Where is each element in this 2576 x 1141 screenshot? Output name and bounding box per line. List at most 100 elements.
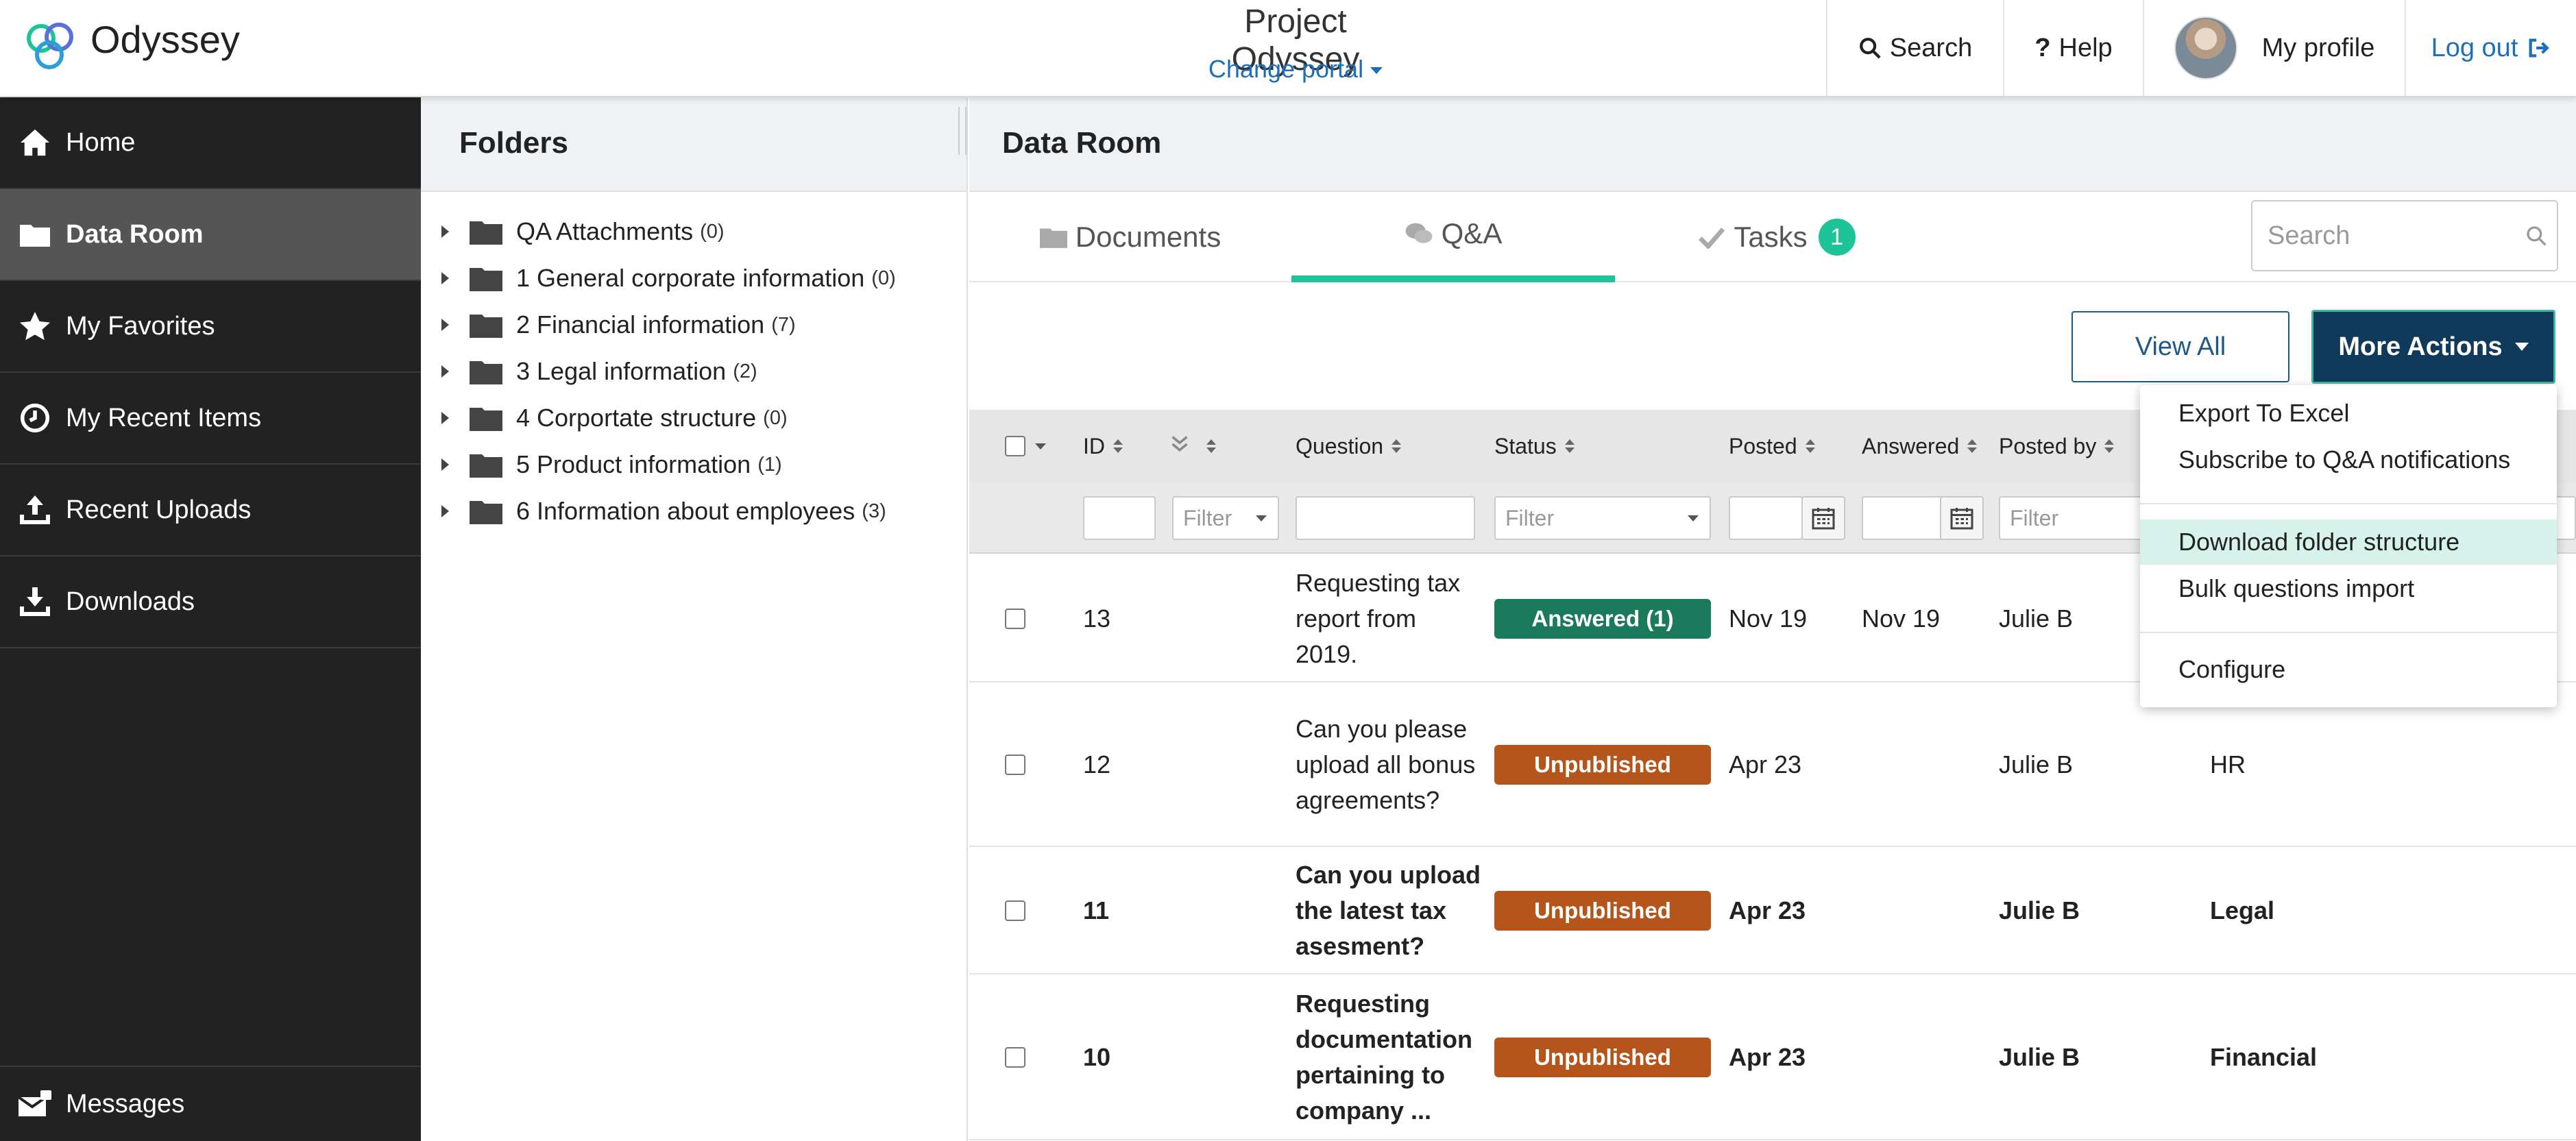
search-icon[interactable] xyxy=(2525,225,2547,250)
header-search-label: Search xyxy=(1889,33,1973,62)
select-all-checkbox[interactable] xyxy=(1005,410,1046,482)
sidebar-item-messages[interactable]: Messages xyxy=(0,1066,421,1141)
tab-documents[interactable]: Documents xyxy=(969,192,1291,282)
column-header-answered[interactable]: Answered xyxy=(1862,410,1978,482)
question-text[interactable]: Requesting documentation pertaining to c… xyxy=(1296,974,1481,1140)
odyssey-logo-icon[interactable] xyxy=(25,18,77,75)
folder-icon xyxy=(470,219,502,245)
checkbox[interactable] xyxy=(1005,754,1025,775)
expand-arrow-icon[interactable] xyxy=(441,412,449,424)
folder-name: 4 Corportate structure xyxy=(516,404,757,432)
expand-arrow-icon[interactable] xyxy=(441,319,449,331)
column-header-question[interactable]: Question xyxy=(1296,410,1402,482)
clock-icon xyxy=(14,403,56,433)
answered-date-filter-input[interactable] xyxy=(1862,496,1944,540)
main-header: Data Room xyxy=(969,97,2576,192)
folder-tree-item[interactable]: 6 Information about employees (3) xyxy=(441,491,886,532)
sidebar-item-label: Downloads xyxy=(66,587,195,616)
logout-button[interactable]: Log out xyxy=(2405,0,2576,96)
tab-tasks[interactable]: Tasks 1 xyxy=(1615,192,1939,282)
folder-tree-item[interactable]: 2 Financial information (7) xyxy=(441,304,796,345)
question-text[interactable]: Requesting tax report from 2019. xyxy=(1296,555,1481,683)
posted-date: Apr 23 xyxy=(1729,896,1806,924)
sidebar: Home Data Room My Favorites My Recent It… xyxy=(0,97,421,1141)
posted-by-filter-input[interactable]: Filter xyxy=(1999,496,2156,540)
expand-arrow-icon[interactable] xyxy=(441,365,449,378)
brand-name[interactable]: Odyssey xyxy=(90,18,240,62)
checkbox[interactable] xyxy=(1005,900,1025,921)
chevron-down-icon[interactable] xyxy=(1035,443,1046,450)
folder-name: 3 Legal information xyxy=(516,357,727,385)
status-filter-select[interactable]: Filter xyxy=(1494,496,1711,540)
sidebar-item-home[interactable]: Home xyxy=(0,97,421,189)
header-search-button[interactable]: Search xyxy=(1826,0,2003,96)
folder-name: 2 Financial information xyxy=(516,310,765,339)
posted-date-filter-input[interactable] xyxy=(1729,496,1803,540)
menu-item-subscribe-notifications[interactable]: Subscribe to Q&A notifications xyxy=(2140,437,2557,482)
row-checkbox[interactable] xyxy=(1005,683,1025,847)
expand-arrow-icon[interactable] xyxy=(441,272,449,284)
expand-arrow-icon[interactable] xyxy=(441,225,449,238)
filter-placeholder: Filter xyxy=(1183,505,1232,530)
folder-tree-item[interactable]: QA Attachments (0) xyxy=(441,211,725,252)
row-checkbox[interactable] xyxy=(1005,974,1025,1140)
question-text[interactable]: Can you upload the latest tax asesment? xyxy=(1296,847,1481,974)
expand-arrow-icon[interactable] xyxy=(441,458,449,471)
view-all-button[interactable]: View All xyxy=(2071,311,2289,382)
checkbox[interactable] xyxy=(1005,1047,1025,1068)
column-header-id[interactable]: ID xyxy=(1083,410,1123,482)
column-header-posted-by[interactable]: Posted by xyxy=(1999,410,2115,482)
status-badge[interactable]: Unpublished xyxy=(1494,745,1711,785)
sidebar-item-my-favorites[interactable]: My Favorites xyxy=(0,281,421,373)
column-header-status[interactable]: Status xyxy=(1494,410,1575,482)
folder-tree-item[interactable]: 1 General corporate information (0) xyxy=(441,258,896,299)
sidebar-item-label: Data Room xyxy=(66,219,204,249)
column-header-priority[interactable] xyxy=(1171,410,1216,482)
folder-icon xyxy=(470,452,502,478)
checkbox[interactable] xyxy=(1005,436,1025,456)
question-text[interactable]: Can you please upload all bonus agreemen… xyxy=(1296,683,1481,847)
table-row[interactable]: 12 Can you please upload all bonus agree… xyxy=(969,683,2576,847)
question-id: 11 xyxy=(1083,896,1110,924)
checkbox[interactable] xyxy=(1005,609,1025,629)
calendar-icon[interactable] xyxy=(1940,496,1984,540)
panel-resize-handle[interactable] xyxy=(958,107,967,155)
menu-item-label: Bulk questions import xyxy=(2178,574,2415,602)
menu-divider xyxy=(2140,632,2557,633)
status-badge[interactable]: Answered (1) xyxy=(1494,599,1711,639)
folder-tree-item[interactable]: 3 Legal information (2) xyxy=(441,351,757,392)
id-filter-input[interactable] xyxy=(1083,496,1156,540)
sidebar-item-data-room[interactable]: Data Room xyxy=(0,189,421,281)
table-row[interactable]: 11 Can you upload the latest tax asesmen… xyxy=(969,847,2576,974)
question-mark-icon: ? xyxy=(2034,33,2051,62)
change-portal-dropdown[interactable]: Change portal xyxy=(1179,55,1412,84)
top-bar: Odyssey Project Odyssey Change portal Se… xyxy=(0,0,2576,97)
folder-tree-item[interactable]: 4 Corportate structure (0) xyxy=(441,397,788,439)
column-header-posted[interactable]: Posted xyxy=(1729,410,1815,482)
menu-item-configure[interactable]: Configure xyxy=(2140,647,2557,692)
sidebar-item-recent-uploads[interactable]: Recent Uploads xyxy=(0,465,421,556)
menu-item-export-to-excel[interactable]: Export To Excel xyxy=(2140,391,2557,436)
folder-tree-item[interactable]: 5 Product information (1) xyxy=(441,444,782,485)
my-profile-button[interactable]: My profile xyxy=(2143,0,2405,96)
row-checkbox[interactable] xyxy=(1005,847,1025,974)
menu-item-download-folder-structure[interactable]: Download folder structure xyxy=(2140,519,2557,565)
priority-filter-select[interactable]: Filter xyxy=(1172,496,1279,540)
calendar-icon[interactable] xyxy=(1801,496,1845,540)
sort-icon xyxy=(2104,439,2115,453)
table-row[interactable]: 10 Requesting documentation pertaining t… xyxy=(969,974,2576,1140)
sidebar-item-downloads[interactable]: Downloads xyxy=(0,556,421,648)
more-actions-button[interactable]: More Actions xyxy=(2311,310,2555,384)
expand-arrow-icon[interactable] xyxy=(441,505,449,517)
column-label: Question xyxy=(1296,433,1384,458)
tab-qa[interactable]: Q&A xyxy=(1291,192,1615,282)
question-filter-input[interactable] xyxy=(1296,496,1475,540)
qa-search-input[interactable] xyxy=(2251,200,2558,271)
sidebar-item-label: My Favorites xyxy=(66,311,215,341)
row-checkbox[interactable] xyxy=(1005,555,1025,683)
menu-item-bulk-questions-import[interactable]: Bulk questions import xyxy=(2140,566,2557,611)
sidebar-item-my-recent-items[interactable]: My Recent Items xyxy=(0,373,421,465)
status-badge[interactable]: Unpublished xyxy=(1494,1038,1711,1077)
status-badge[interactable]: Unpublished xyxy=(1494,891,1711,931)
help-button[interactable]: ? Help xyxy=(2003,0,2143,96)
